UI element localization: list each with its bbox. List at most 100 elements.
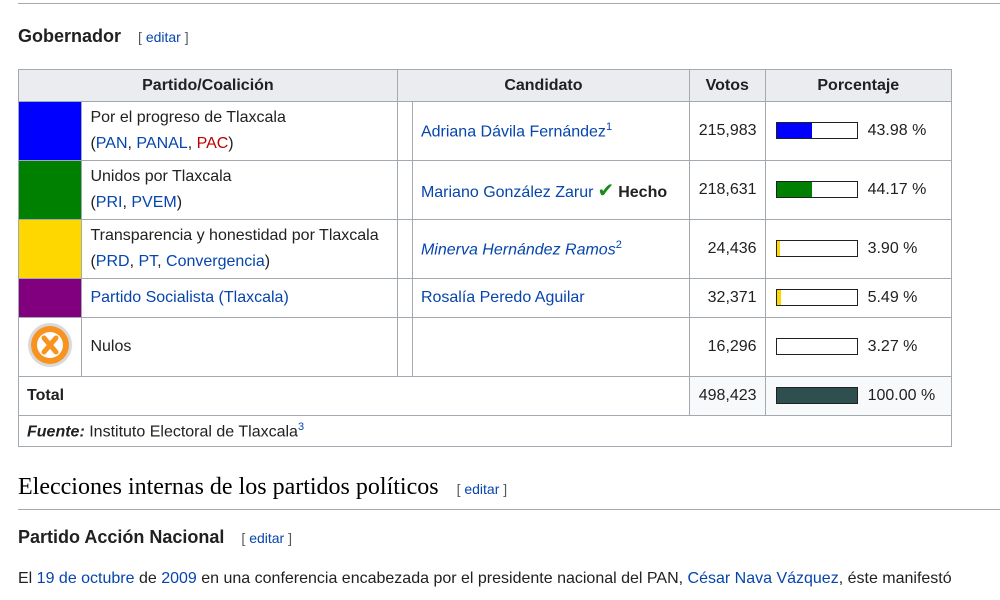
party-link-pt[interactable]: PT	[138, 253, 157, 270]
percentage-bar	[775, 387, 858, 405]
total-label: Total	[17, 376, 691, 416]
percentage-bar-fill	[776, 123, 812, 139]
party-link-pvem[interactable]: PVEM	[131, 194, 176, 211]
coalition-name: Unidos por Tlaxcala	[90, 168, 232, 185]
edit-link[interactable]: editar	[249, 530, 284, 546]
percentage-bar-fill	[776, 182, 812, 198]
percentage-cell: 5.49 %	[764, 278, 953, 318]
percentage-value: 3.27 %	[867, 337, 918, 355]
party-color-swatch	[17, 101, 83, 161]
percentage-cell: 43.98 %	[764, 101, 953, 161]
party-header: Partido/Coalición	[18, 69, 398, 102]
percentage-bar-fill	[776, 290, 781, 306]
party-link-pac[interactable]: PAC	[197, 135, 229, 152]
votes-cell: 215,983	[689, 101, 766, 161]
candidate-link[interactable]: Mariano González Zarur	[421, 184, 594, 201]
percentage-bar	[775, 338, 858, 356]
candidate-spacer	[396, 101, 413, 161]
source-label: Fuente:	[27, 423, 85, 441]
total-votes: 498,423	[689, 376, 766, 416]
source-row: Fuente: Instituto Electoral de Tlaxcala3	[18, 415, 952, 447]
percentage-cell: 3.90 %	[764, 219, 953, 279]
year-link[interactable]: 2009	[161, 570, 197, 587]
votes-cell: 32,371	[689, 278, 766, 318]
votes-cell: 218,631	[689, 160, 766, 220]
pan-heading: Partido Acción Nacional [ editar ]	[18, 527, 292, 547]
null-votes-label: Nulos	[90, 338, 132, 355]
candidate-header: Candidato	[396, 69, 691, 102]
date-link[interactable]: 19 de octubre	[37, 570, 135, 587]
party-link-prd[interactable]: PRD	[96, 253, 130, 270]
edit-link[interactable]: editar	[464, 481, 499, 497]
candidate-spacer	[396, 219, 413, 279]
candidate-cell: Minerva Hernández Ramos2	[411, 219, 691, 279]
candidate-cell: Mariano González Zarur ✔ Hecho	[411, 160, 691, 220]
table-row: Nulos 16,296 3.27 %	[17, 317, 953, 377]
total-percentage-cell: 100.00 %	[764, 376, 953, 416]
party-link-convergencia[interactable]: Convergencia	[166, 253, 265, 270]
edit-section-link: [ editar ]	[241, 530, 292, 546]
percentage-value: 100.00 %	[867, 386, 936, 404]
percentage-bar-fill	[776, 339, 780, 355]
governor-heading: Gobernador [ editar ]	[18, 26, 189, 46]
percentage-value: 3.90 %	[867, 239, 918, 257]
checkmark-icon: ✔	[597, 179, 615, 202]
percentage-value: 44.17 %	[867, 180, 927, 198]
percentage-value: 43.98 %	[867, 121, 927, 139]
percentage-bar	[775, 240, 858, 258]
table-row: Por el progreso de Tlaxcala (PAN, PANAL,…	[17, 101, 953, 161]
candidate-spacer	[396, 317, 413, 377]
total-row: Total 498,423 100.00 %	[17, 376, 953, 416]
party-cell: Por el progreso de Tlaxcala (PAN, PANAL,…	[81, 101, 398, 161]
party-link-pri[interactable]: PRI	[96, 194, 123, 211]
percentage-header: Porcentaje	[764, 69, 953, 102]
edit-section-link: [ editar ]	[138, 29, 189, 45]
percentage-bar	[775, 181, 858, 199]
percentage-bar-fill	[776, 388, 857, 404]
coalition-name: Por el progreso de Tlaxcala	[90, 109, 286, 126]
party-link-panal[interactable]: PANAL	[136, 135, 187, 152]
table-row: Transparencia y honestidad por Tlaxcala …	[17, 219, 953, 279]
source-text: Instituto Electoral de Tlaxcala	[89, 423, 298, 441]
percentage-cell: 3.27 %	[764, 317, 953, 377]
footnote-ref[interactable]: 3	[298, 421, 304, 433]
edit-section-link: [ editar ]	[456, 481, 508, 497]
party-cell: Unidos por Tlaxcala (PRI, PVEM)	[81, 160, 398, 220]
party-list: (PRD, PT, Convergencia)	[90, 253, 271, 270]
candidate-spacer	[396, 160, 413, 220]
party-cell: Transparencia y honestidad por Tlaxcala …	[81, 219, 398, 279]
table-row: Partido Socialista (Tlaxcala) Rosalía Pe…	[17, 278, 953, 318]
section-top-rule	[18, 3, 1000, 4]
party-list: (PRI, PVEM)	[90, 194, 183, 211]
coalition-name: Transparencia y honestidad por Tlaxcala	[90, 227, 379, 244]
results-table: Partido/Coalición Candidato Votos Porcen…	[17, 69, 953, 447]
party-color-swatch	[17, 278, 83, 318]
table-row: Unidos por Tlaxcala (PRI, PVEM) Mariano …	[17, 160, 953, 220]
candidate-link[interactable]: Adriana Dávila Fernández	[421, 123, 606, 140]
party-link[interactable]: Partido Socialista (Tlaxcala)	[90, 289, 288, 306]
votes-cell: 16,296	[689, 317, 766, 377]
votes-cell: 24,436	[689, 219, 766, 279]
edit-link[interactable]: editar	[146, 29, 181, 45]
winner-label: Hecho	[618, 183, 668, 201]
percentage-cell: 44.17 %	[764, 160, 953, 220]
candidate-link[interactable]: Minerva Hernández Ramos	[421, 241, 616, 258]
candidate-link[interactable]: Rosalía Peredo Aguilar	[421, 289, 585, 306]
party-list: (PAN, PANAL, PAC)	[90, 135, 234, 152]
percentage-value: 5.49 %	[867, 288, 918, 306]
party-link-pan[interactable]: PAN	[96, 135, 128, 152]
footnote-ref[interactable]: 2	[616, 239, 622, 251]
party-cell: Nulos	[81, 317, 398, 377]
person-link[interactable]: César Nava Vázquez	[688, 570, 839, 587]
null-vote-cell	[17, 317, 83, 377]
candidate-cell	[411, 317, 691, 377]
votes-header: Votos	[689, 69, 766, 102]
null-vote-icon	[28, 322, 73, 367]
party-color-swatch	[17, 219, 83, 279]
footnote-ref[interactable]: 1	[606, 121, 612, 133]
party-cell: Partido Socialista (Tlaxcala)	[81, 278, 398, 318]
candidate-cell: Rosalía Peredo Aguilar	[411, 278, 691, 318]
candidate-cell: Adriana Dávila Fernández1	[411, 101, 691, 161]
article-paragraph: El 19 de octubre de 2009 en una conferen…	[18, 570, 952, 587]
percentage-bar-fill	[776, 241, 780, 257]
